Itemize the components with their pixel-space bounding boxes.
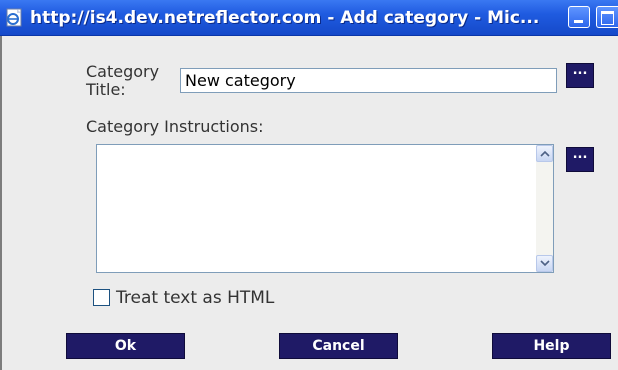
window-border	[0, 36, 2, 370]
maximize-button[interactable]	[596, 6, 618, 28]
ie-page-icon	[6, 8, 22, 27]
dialog-window: http://is4.dev.netreflector.com - Add ca…	[0, 0, 618, 370]
instructions-ellipsis-button[interactable]: ...	[566, 147, 594, 172]
scroll-up-icon[interactable]	[536, 145, 553, 162]
category-instructions-textarea[interactable]	[96, 144, 554, 273]
cancel-button[interactable]: Cancel	[279, 333, 398, 359]
category-title-label: Category Title:	[86, 62, 160, 99]
title-ellipsis-button[interactable]: ...	[566, 63, 594, 88]
ok-button[interactable]: Ok	[66, 333, 185, 359]
treat-as-html-label[interactable]: Treat text as HTML	[116, 289, 274, 307]
minimize-button[interactable]	[568, 6, 590, 28]
category-instructions-label: Category Instructions:	[86, 117, 264, 136]
help-button[interactable]: Help	[492, 333, 611, 359]
title-bar[interactable]: http://is4.dev.netreflector.com - Add ca…	[0, 0, 618, 36]
window-title: http://is4.dev.netreflector.com - Add ca…	[30, 8, 540, 28]
category-title-input[interactable]	[180, 68, 557, 93]
scroll-down-icon[interactable]	[536, 255, 553, 272]
vertical-scrollbar[interactable]	[536, 145, 553, 272]
treat-as-html-checkbox[interactable]	[93, 289, 110, 306]
